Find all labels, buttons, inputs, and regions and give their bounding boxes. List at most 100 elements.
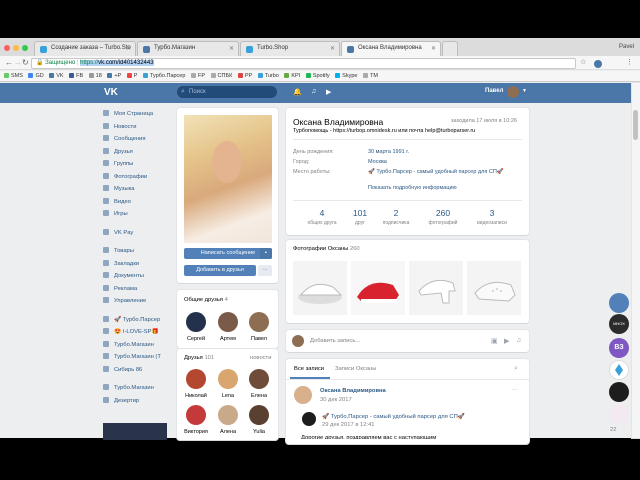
post-date[interactable]: 30 дек 2017	[320, 397, 352, 403]
wall-tab-own[interactable]: Записи Оксаны	[335, 366, 376, 372]
info-value[interactable]: 30 марта 1991 г.	[368, 149, 409, 155]
profile-status[interactable]: Турбопомощь - https://turbop.omnidesk.ru…	[293, 128, 475, 134]
friends-news-link[interactable]: новости	[250, 355, 271, 361]
close-tab-icon[interactable]: ✕	[330, 45, 335, 52]
avatar[interactable]	[186, 369, 206, 389]
header-avatar[interactable]	[507, 86, 519, 98]
nav-item-messages[interactable]: Сообщения	[103, 133, 177, 146]
reload-icon[interactable]: ↻	[22, 58, 29, 67]
bookmark-item[interactable]: TM	[362, 71, 378, 82]
zoom-dot-icon[interactable]	[22, 45, 28, 51]
nav-item-group-turbo-magazin[interactable]: Турбо.Магазин	[103, 339, 177, 352]
friend-name[interactable]: Yulia	[244, 429, 274, 435]
nav-item-group-ilovesp[interactable]: 😍 I-LOVE-SP🎁	[103, 326, 177, 339]
group-avatar[interactable]	[609, 404, 629, 424]
bookmark-item[interactable]: Spotify	[305, 71, 330, 82]
tab-turbo-magazin[interactable]: Турбо.Магазин ✕	[137, 41, 239, 56]
avatar[interactable]	[302, 412, 316, 426]
chevron-down-icon[interactable]: ▼	[522, 88, 527, 94]
photos-title[interactable]: Фотографии Оксаны 260	[293, 246, 360, 252]
bookmark-item[interactable]: СПБК	[210, 71, 232, 82]
search-input[interactable]: Поиск	[177, 86, 277, 98]
bookmark-item[interactable]: KPI	[284, 71, 300, 82]
add-post-input[interactable]: Добавить запись...	[310, 338, 360, 344]
nav-item-goods[interactable]: Товары	[103, 245, 177, 258]
nav-item-turbo-magazin[interactable]: Турбо.Магазин	[103, 382, 177, 395]
counter-followers[interactable]: 2 подписчика	[371, 208, 421, 226]
nav-item-group-turbo-parser[interactable]: 🚀 Турбо.Парсер	[103, 314, 177, 327]
group-avatar[interactable]	[609, 382, 629, 402]
more-actions-button[interactable]: ···	[258, 265, 272, 276]
friend-name[interactable]: Сергей	[181, 336, 211, 342]
wall-tab-all[interactable]: Все записи	[294, 366, 324, 372]
friend-name[interactable]: Павел	[244, 336, 274, 342]
bookmark-item[interactable]: VK	[49, 71, 64, 82]
send-message-button[interactable]: Написать сообщение	[184, 248, 272, 259]
avatar[interactable]	[218, 369, 238, 389]
more-icon[interactable]: ···	[512, 387, 518, 393]
nav-item-group-sibir[interactable]: Сибирь 86	[103, 364, 177, 377]
friend-name[interactable]: Lena	[213, 393, 243, 399]
counter-videos[interactable]: 3 видеозаписи	[467, 208, 517, 226]
avatar[interactable]	[294, 386, 312, 404]
nav-item-news[interactable]: Новости	[103, 121, 177, 134]
bookmark-item[interactable]: PP	[237, 71, 252, 82]
friend-name[interactable]: Елена	[244, 393, 274, 399]
new-tab-button[interactable]	[442, 41, 458, 56]
avatar[interactable]	[249, 312, 269, 332]
scrollbar-thumb[interactable]	[633, 110, 638, 140]
avatar[interactable]	[186, 312, 206, 332]
friend-name[interactable]: Алена	[213, 429, 243, 435]
vk-logo[interactable]: VK	[104, 87, 118, 98]
nav-item-photos[interactable]: Фотографии	[103, 171, 177, 184]
header-user-name[interactable]: Павел	[485, 88, 503, 94]
ad-banner[interactable]	[103, 423, 167, 440]
photo-thumb[interactable]	[293, 261, 347, 315]
bookmark-item[interactable]: Turbo	[257, 71, 279, 82]
post-author[interactable]: Оксана Владимировна	[320, 388, 386, 394]
tab-oksana[interactable]: Оксана Владимировна ✕	[341, 41, 441, 56]
music-icon[interactable]: ♫	[311, 88, 316, 95]
star-icon[interactable]: ☆	[580, 58, 586, 66]
forward-icon[interactable]: →	[14, 58, 22, 67]
friend-name[interactable]: Виктория	[181, 429, 211, 435]
avatar[interactable]	[186, 405, 206, 425]
browser-profile-name[interactable]: Pavel	[619, 44, 634, 50]
photo-thumb[interactable]	[351, 261, 405, 315]
group-avatar[interactable]: ВЗ	[609, 338, 629, 358]
friends-title[interactable]: Друзья 101	[184, 355, 214, 361]
avatar[interactable]	[249, 369, 269, 389]
extension-icon[interactable]	[594, 60, 602, 68]
menu-icon[interactable]: ⋮	[626, 58, 633, 66]
nav-item-group-turbo-magazin-t[interactable]: Турбо.Магазин (Т	[103, 351, 177, 364]
bookmark-item[interactable]: GD	[28, 71, 44, 82]
close-dot-icon[interactable]	[4, 45, 10, 51]
repost-date[interactable]: 29 дек 2017 в 12:41	[322, 422, 375, 428]
photo-thumb[interactable]	[409, 261, 463, 315]
add-friend-button[interactable]: Добавить в друзья	[184, 265, 256, 276]
bookmark-item[interactable]: +P	[107, 71, 121, 82]
bookmark-item[interactable]: FP	[190, 71, 205, 82]
nav-item-bookmarks[interactable]: Закладки	[103, 258, 177, 271]
nav-item-friends[interactable]: Друзья	[103, 146, 177, 159]
repost-author[interactable]: 🚀 Турбо.Парсер - самый удобный парсер дл…	[322, 414, 465, 420]
play-icon[interactable]: ▶	[326, 88, 331, 96]
close-tab-icon[interactable]: ✕	[126, 45, 131, 52]
bookmark-item[interactable]: P	[126, 71, 137, 82]
nav-item-dezertir[interactable]: Дезертир	[103, 395, 177, 408]
nav-item-manage[interactable]: Управление	[103, 295, 177, 308]
turbo-icon[interactable]	[609, 360, 629, 380]
show-more-link[interactable]: Показать подробную информацию	[368, 185, 457, 191]
friend-name[interactable]: Николай	[181, 393, 211, 399]
counter-photos[interactable]: 260 фотографий	[418, 208, 468, 226]
tab-create-order[interactable]: Создание заказа – Turbo.Sto ✕	[34, 41, 136, 56]
nav-item-vkpay[interactable]: VK Pay	[103, 227, 177, 240]
group-avatar[interactable]: МНОХ	[609, 314, 629, 334]
camera-icon[interactable]: ▣	[491, 337, 498, 345]
photo-thumb[interactable]	[467, 261, 521, 315]
minimize-dot-icon[interactable]	[13, 45, 19, 51]
nav-item-documents[interactable]: Документы	[103, 270, 177, 283]
avatar[interactable]	[218, 312, 238, 332]
bookmark-item[interactable]: SMS	[4, 71, 23, 82]
friend-name[interactable]: Артем	[213, 336, 243, 342]
